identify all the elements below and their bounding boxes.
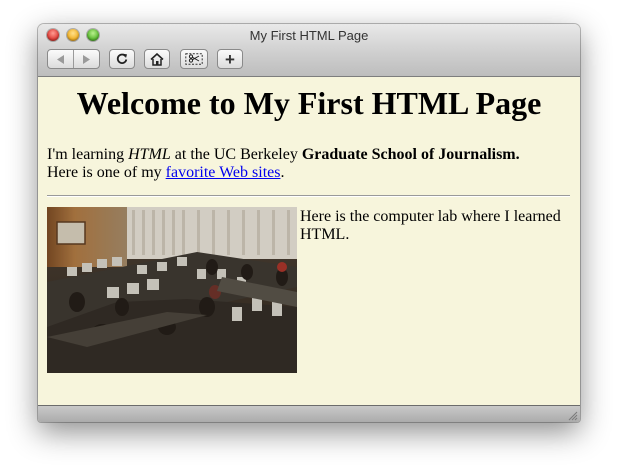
page-heading: Welcome to My First HTML Page xyxy=(76,85,542,121)
page-content: Welcome to My First HTML Page I'm learni… xyxy=(38,77,580,405)
intro-text-3: Here is one of my xyxy=(47,164,166,181)
snip-button[interactable] xyxy=(180,49,208,69)
intro-paragraph: I'm learning HTML at the UC Berkeley Gra… xyxy=(47,146,520,182)
window-title: My First HTML Page xyxy=(249,28,369,43)
reload-button[interactable] xyxy=(109,49,135,69)
forward-arrow-icon xyxy=(83,54,91,64)
intro-emphasis: HTML xyxy=(128,146,171,163)
horizontal-rule xyxy=(47,195,570,197)
favorite-sites-link[interactable]: favorite Web sites xyxy=(166,164,281,181)
photo-caption: Here is the computer lab where I learned… xyxy=(300,208,561,243)
intro-text-1: I'm learning xyxy=(47,146,129,163)
forward-button[interactable] xyxy=(74,50,99,68)
intro-strong: Graduate School of Journalism. xyxy=(301,146,520,163)
back-arrow-icon xyxy=(56,54,64,64)
browser-window: My First HTML Page + Welcome to My First… xyxy=(38,24,580,422)
title-bar: My First HTML Page + xyxy=(38,24,580,77)
home-button[interactable] xyxy=(144,49,170,69)
intro-text-4: . xyxy=(280,164,285,181)
snip-icon xyxy=(185,53,203,65)
intro-text-2: at the UC Berkeley xyxy=(170,146,302,163)
reload-icon xyxy=(116,53,128,64)
back-forward-group xyxy=(47,49,100,69)
computer-lab-image xyxy=(47,207,297,373)
add-bookmark-button[interactable]: + xyxy=(217,49,243,69)
resize-grip-icon[interactable] xyxy=(567,410,578,421)
back-button[interactable] xyxy=(48,50,73,68)
computer-lab-photo xyxy=(47,207,297,373)
home-icon xyxy=(150,52,164,66)
status-bar xyxy=(38,405,580,422)
